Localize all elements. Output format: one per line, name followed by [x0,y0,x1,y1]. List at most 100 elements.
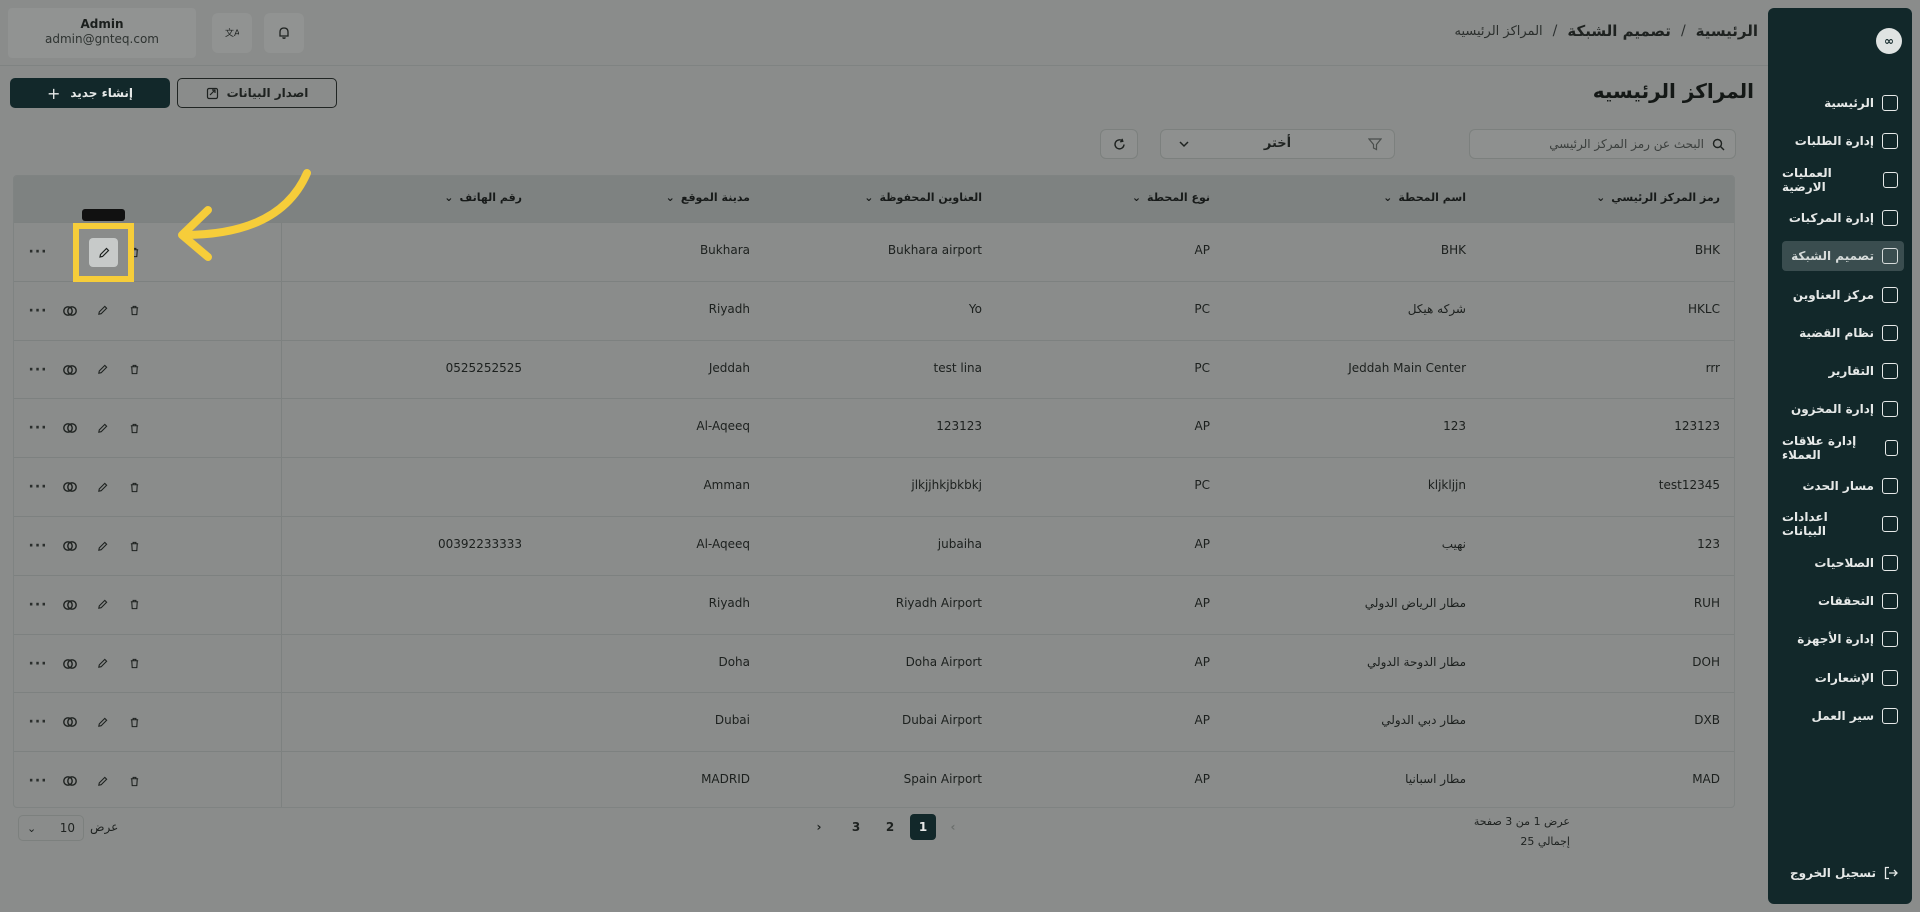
breadcrumb-home[interactable]: الرئيسية [1696,22,1758,40]
table-row[interactable]: HKLC شركه هيكل PC Yo Riyadh ··· [14,280,1734,340]
delete-icon[interactable] [120,473,148,501]
more-options-icon[interactable]: ··· [24,356,52,384]
create-new-button[interactable]: إنشاء جديد + [10,78,170,108]
sidebar-item[interactable]: نظام القضية [1782,318,1904,348]
link-icon[interactable] [56,767,84,795]
delete-icon[interactable] [120,767,148,795]
more-options-icon[interactable]: ··· [24,591,52,619]
more-options-icon[interactable]: ··· [24,414,52,442]
more-options-icon[interactable]: ··· [24,238,52,266]
sidebar-item[interactable]: إدارة علاقات العملاء [1782,433,1904,463]
sidebar-item[interactable]: إدارة الأجهزة [1782,624,1904,654]
delete-icon[interactable] [120,297,148,325]
sidebar-item[interactable]: العمليات الارضية [1782,165,1904,195]
edit-icon[interactable] [88,473,116,501]
delete-icon[interactable] [120,356,148,384]
sidebar-item-label: الإشعارات [1814,670,1874,685]
cell-name: kljkljjn [1427,478,1466,493]
col-header-code[interactable]: رمز المركز الرئيسي ⌄ [1596,191,1720,204]
highlight-box [73,223,134,282]
app-logo[interactable]: ∞ [1876,28,1902,54]
link-icon[interactable] [56,297,84,325]
sidebar-item[interactable]: مسار الحدث [1782,471,1904,501]
row-actions: ··· [24,356,148,384]
user-profile[interactable]: Admin admin@gnteq.com [8,8,196,58]
page-size-select[interactable]: ⌄ 10 [18,815,84,841]
edit-icon[interactable] [88,591,116,619]
cell-phone: 0525252525 [445,360,522,375]
delete-icon[interactable] [120,708,148,736]
refresh-button[interactable] [1100,129,1138,159]
more-options-icon[interactable]: ··· [24,767,52,795]
page-button[interactable]: 3 [843,814,869,840]
sidebar-item[interactable]: إدارة المركبات [1782,203,1904,233]
cell-city: MADRID [701,772,750,787]
link-icon[interactable] [56,708,84,736]
search-input[interactable]: البحث عن رمز المركز الرئيسي [1469,129,1736,159]
sidebar-item[interactable]: الرئيسية [1782,88,1904,118]
sidebar-item[interactable]: سير العمل [1782,701,1904,731]
page-button[interactable]: 2 [877,814,903,840]
link-icon[interactable] [56,356,84,384]
edit-icon[interactable] [88,414,116,442]
workflow-icon [1882,707,1898,724]
translate-button[interactable]: 文A [212,13,252,53]
table-row[interactable]: DXB مطار دبي الدولي AP Dubai Airport Dubai ··… [14,692,1734,751]
sidebar-item[interactable]: إدارة المخزون [1782,394,1904,424]
edit-icon[interactable] [88,650,116,678]
pointer-arrow [178,169,311,261]
link-icon[interactable] [56,414,84,442]
edit-icon[interactable] [88,356,116,384]
table-row[interactable]: RUH مطار الرياض الدولي AP Riyadh Airport Riy… [14,574,1734,634]
table-row[interactable]: DOH مطار الدوحة الدولي AP Doha Airport Doha ·… [14,633,1734,693]
table-row[interactable]: rrr Jeddah Main Center PC test lina Jeddah 05… [14,339,1734,399]
edit-icon[interactable] [88,708,116,736]
col-header-type[interactable]: نوع المحطة ⌄ [1132,191,1210,204]
sidebar-item[interactable]: الصلاحيات [1782,548,1904,578]
link-icon[interactable] [56,650,84,678]
table-row[interactable]: 123123 123 AP 123123 Al-Aqeeq ··· [14,398,1734,457]
table-row[interactable]: test12345 kljkljjn PC jlkjjhkjbkbkj Amman ··· [14,457,1734,516]
sidebar-item[interactable]: اعدادات البيانات [1782,509,1904,539]
sidebar-item-label: إدارة علاقات العملاء [1782,433,1857,462]
col-header-city[interactable]: مدينة الموقع ⌄ [666,191,750,204]
prev-page-button[interactable]: ‹ [940,814,966,840]
sidebar-item[interactable]: التحققات [1782,586,1904,616]
edit-icon[interactable] [88,767,116,795]
link-icon[interactable] [56,532,84,560]
next-page-button[interactable]: › [806,814,832,840]
delete-icon[interactable] [120,650,148,678]
page-title: المراكز الرئيسيه [1592,79,1754,103]
col-header-address[interactable]: العناوين المحفوظة ⌄ [864,191,982,204]
more-options-icon[interactable]: ··· [24,473,52,501]
sidebar-item[interactable]: تصميم الشبكة [1782,241,1904,272]
notifications-button[interactable] [264,13,304,53]
edit-button-highlighted[interactable] [89,238,118,267]
more-options-icon[interactable]: ··· [24,297,52,325]
more-options-icon[interactable]: ··· [24,650,52,678]
sidebar-item[interactable]: الإشعارات [1782,663,1904,693]
table-row[interactable]: 123 نهيب AP jubaiha Al-Aqeeq 00392233333 ··· [14,516,1734,575]
col-header-phone[interactable]: رقم الهاتف ⌄ [444,191,522,204]
cell-name: نهيب [1441,537,1466,551]
table-row[interactable]: MAD مطار اسبانيا AP Spain Airport MADRID ··· [14,751,1734,807]
link-icon[interactable] [56,473,84,501]
more-options-icon[interactable]: ··· [24,532,52,560]
delete-icon[interactable] [120,532,148,560]
col-header-name[interactable]: اسم المحطة ⌄ [1383,191,1466,204]
delete-icon[interactable] [120,591,148,619]
sidebar-item[interactable]: إدارة الطلبات [1782,126,1904,156]
logout-button[interactable]: تسجيل الخروج [1782,858,1904,888]
edit-icon[interactable] [88,532,116,560]
more-options-icon[interactable]: ··· [24,708,52,736]
breadcrumb-section[interactable]: تصميم الشبكة [1567,22,1671,40]
export-data-button[interactable]: اصدار البيانات [177,78,337,108]
cell-name: مطار دبي الدولي [1381,713,1466,728]
link-icon[interactable] [56,591,84,619]
page-button[interactable]: 1 [910,814,936,840]
sidebar-item[interactable]: التقارير [1782,356,1904,386]
edit-icon[interactable] [88,297,116,325]
sidebar-item[interactable]: مركز العناوين [1782,280,1904,310]
delete-icon[interactable] [120,414,148,442]
filter-select[interactable]: أختر [1160,129,1395,159]
